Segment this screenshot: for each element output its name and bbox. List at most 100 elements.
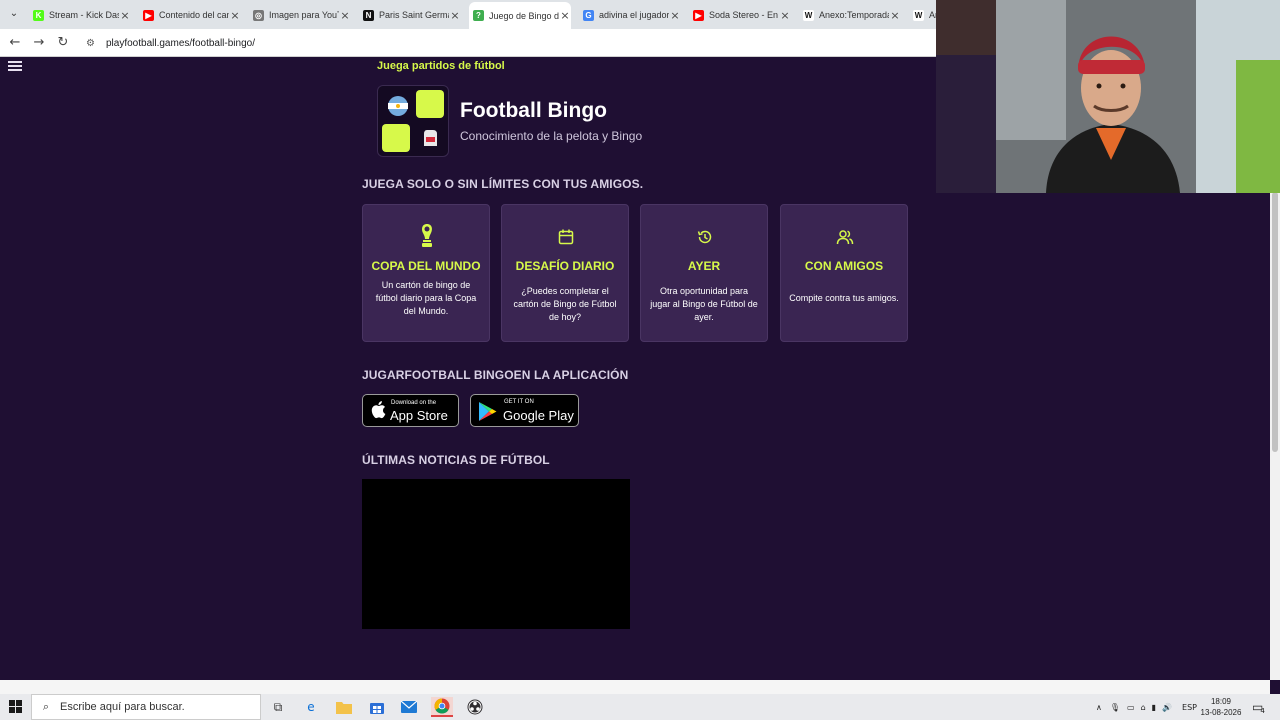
tab-close-icon[interactable]: × (889, 9, 901, 22)
tab-title: Juego de Bingo de (489, 10, 559, 21)
browser-tab[interactable]: ▶ Soda Stereo - En la× (689, 4, 791, 26)
battery-icon[interactable]: ▮ (1152, 703, 1156, 712)
chrome-icon[interactable] (431, 697, 453, 717)
tab-title: Imagen para YouTube (269, 10, 339, 20)
page-subtitle: Conocimiento de la pelota y Bingo (460, 129, 643, 143)
history-icon (641, 229, 769, 245)
trophy-icon (363, 223, 491, 249)
horizontal-scroll-area (0, 680, 1270, 694)
logo-cell-glove (416, 124, 444, 152)
system-tray: ∧ 🎙 ▭ ⌂ ▮ 🔊 ESP (1096, 694, 1197, 720)
youtube-icon: ▶ (143, 9, 154, 21)
site-info-icon[interactable]: ⚙ (86, 38, 102, 49)
webcam-person-image (936, 0, 1280, 193)
modes-heading: JUEGA SOLO O SIN LÍMITES CON TUS AMIGOS. (362, 177, 644, 191)
edge-icon[interactable]: e (300, 697, 322, 717)
card-ayer[interactable]: AYER Otra oportunidad para jugar al Bing… (640, 204, 768, 342)
card-title: CON AMIGOS (804, 259, 884, 273)
language-indicator[interactable]: ESP (1182, 703, 1197, 712)
card-description: Un cartón de bingo de fútbol diario para… (375, 280, 477, 316)
tab-title: Stream - Kick Dash (49, 10, 119, 20)
tab-search-button[interactable]: ⌄ (4, 5, 24, 23)
browser-tab[interactable]: K Stream - Kick Dash × (29, 4, 131, 26)
tab-title: Soda Stereo - En la (709, 10, 779, 20)
news-icon: N (363, 9, 374, 21)
show-hidden-icons-icon[interactable]: ∧ (1096, 703, 1102, 712)
scrollbar-thumb[interactable] (1272, 192, 1278, 452)
app-store-big-text: App Store (390, 408, 448, 423)
taskbar-search-box[interactable]: ⌕ Escribe aquí para buscar. (31, 694, 261, 720)
tab-title: An (929, 10, 936, 20)
tab-close-icon[interactable]: × (669, 9, 681, 22)
kick-icon: K (33, 9, 44, 21)
app-store-button[interactable]: Download on the App Store (362, 394, 459, 427)
windows-taskbar: ⌕ Escribe aquí para buscar. ⧉ e ∧ 🎙 ▭ ⌂ … (0, 694, 1280, 720)
browser-tab[interactable]: ◎ Imagen para YouTube× (249, 4, 351, 26)
file-explorer-icon[interactable] (333, 697, 355, 717)
microsoft-store-icon[interactable] (366, 697, 388, 717)
google-play-button[interactable]: GET IT ON Google Play (470, 394, 579, 427)
news-video-player[interactable] (362, 479, 630, 629)
tab-title: Paris Saint Germain (379, 10, 449, 20)
clock-date: 13-08-2026 (1200, 708, 1242, 717)
card-title: DESAFÍO DIARIO (515, 259, 615, 273)
google-play-icon (478, 401, 498, 427)
tab-close-icon[interactable]: × (779, 9, 791, 22)
search-icon: ⌕ (42, 700, 50, 713)
logo-cell-green-2 (382, 124, 410, 152)
calendar-icon (502, 229, 630, 245)
news-heading: ÚLTIMAS NOTICIAS DE FÚTBOL (362, 453, 550, 467)
back-button[interactable]: ← (6, 34, 24, 52)
reload-button[interactable]: ↻ (54, 34, 72, 52)
tab-title: adivina el jugador (599, 10, 669, 20)
address-bar[interactable]: ⚙ playfootball.games/football-bingo/ (82, 32, 928, 54)
logo-cell-green-1 (416, 90, 444, 118)
taskbar-clock[interactable]: 18:09 13-08-2026 (1196, 696, 1246, 718)
volume-icon[interactable]: 🔊 (1162, 703, 1172, 712)
card-desafio-diario[interactable]: DESAFÍO DIARIO ¿Puedes completar el cart… (501, 204, 629, 342)
windows-start-icon[interactable] (9, 700, 23, 714)
tab-close-icon[interactable]: × (229, 9, 241, 22)
browser-tab[interactable]: ? Juego de Bingo de × (469, 2, 571, 29)
browser-tab[interactable]: N Paris Saint Germain× (359, 4, 461, 26)
globe-icon: ◎ (253, 9, 264, 21)
taskbar-search-placeholder: Escribe aquí para buscar. (60, 701, 185, 713)
wikipedia-icon: W (803, 9, 814, 21)
youtube-icon: ▶ (693, 9, 704, 21)
card-con-amigos[interactable]: CON AMIGOS Compite contra tus amigos. (780, 204, 908, 342)
card-copa-del-mundo[interactable]: COPA DEL MUNDO Un cartón de bingo de fút… (362, 204, 490, 342)
football-bingo-logo (377, 85, 449, 157)
users-icon (781, 229, 909, 245)
browser-tab[interactable]: Gadivina el jugador × (579, 4, 681, 26)
tab-close-icon[interactable]: × (559, 9, 571, 22)
browser-tab[interactable]: ▶ Contenido del canal× (139, 4, 241, 26)
notification-center-icon[interactable]: ▭ 4 (1252, 694, 1268, 720)
clock-time: 18:09 (1210, 697, 1232, 706)
mail-icon[interactable] (398, 697, 420, 717)
apple-icon (370, 400, 386, 425)
obs-icon[interactable] (464, 697, 486, 717)
url-text: playfootball.games/football-bingo/ (106, 37, 255, 49)
page-title: Football Bingo (460, 99, 607, 122)
tab-close-icon[interactable]: × (339, 9, 351, 22)
forward-button[interactable]: → (30, 34, 48, 52)
google-icon: G (583, 9, 594, 21)
browser-tab[interactable]: W An (909, 4, 936, 26)
card-description: Compite contra tus amigos. (789, 293, 899, 303)
tab-close-icon[interactable]: × (449, 9, 461, 22)
tab-title: Anexo:Temporada (819, 10, 889, 20)
browser-tab[interactable]: W Anexo:Temporada × (799, 4, 901, 26)
page-kicker: Juega partidos de fútbol (377, 60, 505, 72)
webcam-overlay (936, 0, 1280, 193)
card-title: COPA DEL MUNDO (371, 259, 481, 273)
microphone-icon[interactable]: 🎙 (1110, 703, 1120, 712)
webcam-icon[interactable]: ▭ (1127, 703, 1135, 712)
bingo-icon: ? (473, 10, 484, 21)
tab-close-icon[interactable]: × (119, 9, 131, 22)
network-icon[interactable]: ⌂ (1141, 703, 1146, 712)
task-view-icon[interactable]: ⧉ (267, 697, 289, 717)
card-title: AYER (687, 259, 721, 273)
google-play-big-text: Google Play (503, 408, 574, 423)
app-heading: JUGARFOOTBALL BINGOEN LA APLICACIÓN (362, 368, 629, 382)
hamburger-menu-icon[interactable] (8, 59, 22, 73)
